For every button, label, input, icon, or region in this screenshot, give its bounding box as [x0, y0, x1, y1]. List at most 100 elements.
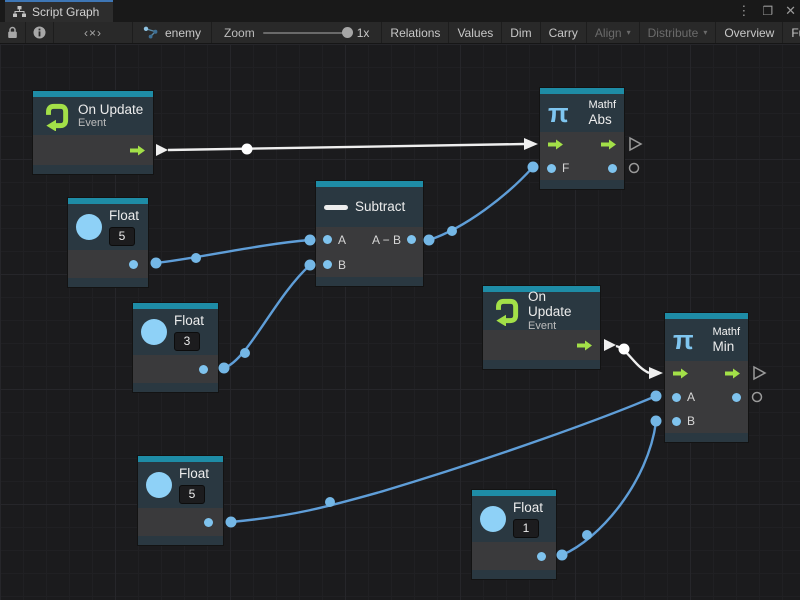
unconnected-flow-hint-abs — [630, 138, 642, 173]
relations-button[interactable]: Relations — [382, 22, 449, 43]
value-input-port-b[interactable] — [672, 417, 681, 426]
value-input-port-f[interactable] — [547, 164, 556, 173]
zoom-slider-handle[interactable] — [342, 27, 353, 38]
wire-flow-onupdate1-abs[interactable] — [156, 138, 538, 156]
unconnected-flow-hint-min — [753, 367, 766, 402]
close-icon[interactable]: ✕ — [785, 0, 796, 22]
node-float-1[interactable]: Float 1 — [472, 490, 556, 579]
distribute-button: Distribute▾ — [640, 22, 717, 43]
wire-float5bottom-minA[interactable] — [226, 391, 662, 528]
value-output-port[interactable] — [199, 365, 208, 374]
pi-icon: π — [673, 327, 694, 354]
wire-float3-subtractB[interactable] — [219, 260, 316, 374]
node-footer — [68, 278, 148, 287]
value-input-port-b[interactable] — [323, 260, 332, 269]
node-footer — [483, 360, 600, 369]
node-float-5-bottom[interactable]: Float 5 — [138, 456, 223, 545]
port-label-a: A — [338, 233, 346, 247]
flow-output-port[interactable] — [724, 368, 741, 379]
node-footer — [665, 433, 748, 442]
zoom-control: Zoom 1x — [212, 22, 382, 43]
flow-input-port[interactable] — [547, 139, 564, 150]
port-label-f: F — [562, 161, 569, 175]
node-title: Float — [513, 500, 543, 516]
csharp-preview-button[interactable]: ‹×› — [54, 22, 133, 43]
flow-output-port[interactable] — [576, 340, 593, 351]
value-output-port[interactable] — [608, 164, 617, 173]
node-title: Abs — [588, 112, 616, 128]
tab-script-graph[interactable]: Script Graph — [5, 0, 113, 22]
node-mathf-abs[interactable]: π Mathf Abs F — [540, 88, 624, 189]
value-output-port[interactable] — [732, 393, 741, 402]
subtract-minus-icon — [324, 205, 348, 210]
value-input-port-a[interactable] — [672, 393, 681, 402]
node-on-update-2[interactable]: On Update Event — [483, 286, 600, 369]
node-category: Mathf — [712, 326, 740, 339]
node-footer — [540, 180, 624, 189]
graph-canvas[interactable]: On Update Event Float 5 — [0, 44, 800, 600]
port-label-b: B — [338, 258, 346, 272]
node-float-3[interactable]: Float 3 — [133, 303, 218, 392]
wire-float1-minB[interactable] — [557, 416, 662, 561]
node-title: Float — [179, 466, 209, 482]
loop-event-icon — [491, 296, 521, 326]
float-circle-icon — [146, 472, 172, 498]
lock-button[interactable] — [0, 22, 26, 43]
graph-toolbar: ‹×› enemy Zoom 1x Relations Values Dim C… — [0, 22, 800, 44]
float-circle-icon — [480, 506, 506, 532]
overview-button[interactable]: Overview — [716, 22, 783, 43]
wire-float5top-subtractA[interactable] — [151, 235, 316, 269]
values-button[interactable]: Values — [449, 22, 502, 43]
port-label-b: B — [687, 414, 695, 428]
zoom-value: 1x — [357, 26, 370, 40]
value-output-port[interactable] — [129, 260, 138, 269]
pi-icon: π — [548, 100, 569, 127]
port-label-out: A − B — [372, 233, 401, 247]
value-output-port[interactable] — [537, 552, 546, 561]
node-footer — [33, 165, 153, 174]
align-button: Align▾ — [587, 22, 640, 43]
float-value-input[interactable]: 5 — [179, 485, 205, 504]
tab-title: Script Graph — [32, 5, 99, 19]
info-icon — [33, 26, 46, 39]
flow-input-port[interactable] — [672, 368, 689, 379]
flow-output-port[interactable] — [129, 145, 146, 156]
zoom-slider[interactable] — [263, 32, 349, 34]
value-output-port[interactable] — [407, 235, 416, 244]
toolbar-right-buttons: Relations Values Dim Carry Align▾ Distri… — [382, 22, 800, 43]
node-category: Mathf — [588, 99, 616, 112]
node-on-update-1[interactable]: On Update Event — [33, 91, 153, 174]
float-value-input[interactable]: 5 — [109, 227, 135, 246]
lock-icon — [7, 26, 18, 39]
wire-flow-onupdate2-min[interactable] — [604, 339, 663, 379]
graph-reference-label: enemy — [165, 26, 201, 40]
node-footer — [133, 383, 218, 392]
flow-output-port[interactable] — [600, 139, 617, 150]
dim-button[interactable]: Dim — [502, 22, 540, 43]
node-title: Float — [109, 208, 139, 224]
inspect-button[interactable] — [26, 22, 54, 43]
node-mathf-min[interactable]: π Mathf Min A B — [665, 313, 748, 442]
code-icon: ‹×› — [84, 26, 102, 40]
zoom-label: Zoom — [224, 26, 255, 40]
float-value-input[interactable]: 3 — [174, 332, 200, 351]
value-output-port[interactable] — [204, 518, 213, 527]
float-circle-icon — [141, 319, 167, 345]
carry-button[interactable]: Carry — [541, 22, 587, 43]
float-value-input[interactable]: 1 — [513, 519, 539, 538]
node-footer — [472, 570, 556, 579]
fullscreen-button[interactable]: Full Screen — [783, 22, 800, 43]
node-subtitle: Event — [78, 117, 143, 130]
maximize-icon[interactable]: ❐ — [762, 0, 773, 22]
value-input-port-a[interactable] — [323, 235, 332, 244]
graph-tab-icon — [13, 6, 26, 18]
menu-dots-icon[interactable]: ⋮ — [737, 0, 750, 22]
node-float-5-top[interactable]: Float 5 — [68, 198, 148, 287]
node-footer — [316, 277, 423, 286]
node-subtract[interactable]: Subtract A A − B B — [316, 181, 423, 286]
port-label-a: A — [687, 390, 695, 404]
graph-reference[interactable]: enemy — [133, 22, 212, 43]
wire-subtract-absF[interactable] — [424, 162, 539, 246]
node-subtitle: Event — [528, 320, 592, 333]
node-title: Min — [712, 339, 740, 355]
